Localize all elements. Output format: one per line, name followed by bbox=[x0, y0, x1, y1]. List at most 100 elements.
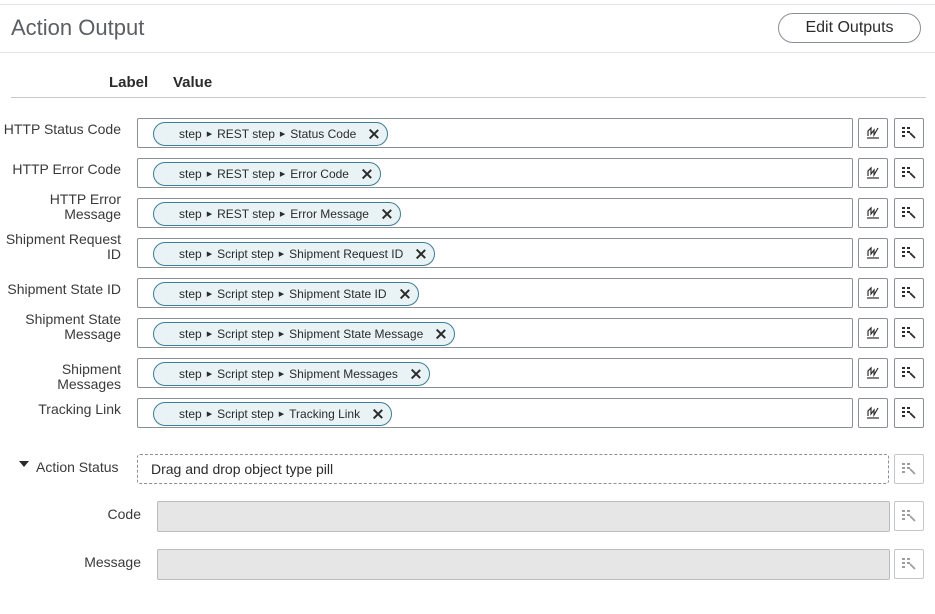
script-icon[interactable] bbox=[858, 238, 888, 268]
pill-path-segment: Shipment Request ID bbox=[289, 247, 404, 261]
remove-pill-icon[interactable] bbox=[436, 329, 446, 339]
pill-path-segment: Tracking Link bbox=[289, 407, 361, 421]
remove-pill-icon[interactable] bbox=[373, 409, 383, 419]
path-separator-icon: ▶ bbox=[206, 291, 213, 298]
script-icon[interactable] bbox=[858, 278, 888, 308]
pill-path-segment: Script step bbox=[217, 247, 274, 261]
path-separator-icon: ▶ bbox=[278, 251, 285, 258]
path-separator-icon: ▶ bbox=[278, 331, 285, 338]
data-pill[interactable]: step ▶ REST step ▶ Error Code bbox=[153, 162, 381, 186]
message-field bbox=[157, 549, 890, 580]
path-separator-icon: ▶ bbox=[278, 291, 285, 298]
code-field bbox=[157, 501, 890, 532]
pill-path-segment: step bbox=[179, 287, 202, 301]
output-value-field[interactable]: step ▶ Script step ▶ Shipment Request ID bbox=[137, 238, 853, 268]
pill-path-segment: Error Code bbox=[290, 167, 349, 181]
pill-path-segment: Shipment State ID bbox=[289, 287, 387, 301]
data-pill[interactable]: step ▶ REST step ▶ Error Message bbox=[153, 202, 401, 226]
script-icon[interactable] bbox=[858, 158, 888, 188]
data-pill[interactable]: step ▶ Script step ▶ Shipment State ID bbox=[153, 282, 419, 306]
path-separator-icon: ▶ bbox=[279, 211, 286, 218]
data-pill-picker-icon[interactable] bbox=[894, 398, 924, 428]
edit-outputs-button[interactable]: Edit Outputs bbox=[778, 13, 921, 43]
output-label: Tracking Link bbox=[38, 401, 121, 417]
pill-path-segment: step bbox=[179, 367, 202, 381]
pill-path-segment: REST step bbox=[217, 207, 275, 221]
path-separator-icon: ▶ bbox=[206, 211, 213, 218]
data-pill[interactable]: step ▶ Script step ▶ Tracking Link bbox=[153, 402, 393, 426]
path-separator-icon: ▶ bbox=[279, 171, 286, 178]
pill-path-segment: step bbox=[179, 247, 202, 261]
remove-pill-icon[interactable] bbox=[400, 289, 410, 299]
output-label: Shipment State Message bbox=[25, 311, 121, 342]
output-value-field[interactable]: step ▶ REST step ▶ Error Code bbox=[137, 158, 853, 188]
path-separator-icon: ▶ bbox=[279, 131, 286, 138]
script-icon[interactable] bbox=[858, 118, 888, 148]
path-separator-icon: ▶ bbox=[206, 171, 213, 178]
data-pill-picker-icon[interactable] bbox=[894, 278, 924, 308]
path-separator-icon: ▶ bbox=[206, 411, 213, 418]
data-pill-picker-icon[interactable] bbox=[894, 454, 924, 484]
path-separator-icon: ▶ bbox=[278, 411, 285, 418]
pill-path-segment: step bbox=[179, 167, 202, 181]
pill-path-segment: Script step bbox=[217, 327, 274, 341]
output-value-field[interactable]: step ▶ Script step ▶ Shipment State ID bbox=[137, 278, 853, 308]
data-pill[interactable]: step ▶ Script step ▶ Shipment Messages bbox=[153, 362, 430, 386]
data-pill-picker-icon[interactable] bbox=[894, 358, 924, 388]
remove-pill-icon[interactable] bbox=[362, 169, 372, 179]
top-divider bbox=[0, 4, 935, 5]
pill-path-segment: Status Code bbox=[290, 127, 357, 141]
path-separator-icon: ▶ bbox=[206, 251, 213, 258]
page-title: Action Output bbox=[11, 15, 145, 40]
data-pill-picker-icon[interactable] bbox=[894, 118, 924, 148]
data-pill-picker-icon[interactable] bbox=[894, 318, 924, 348]
value-column-header: Value bbox=[173, 74, 213, 91]
message-label: Message bbox=[84, 554, 141, 570]
data-pill-picker-icon[interactable] bbox=[894, 198, 924, 228]
script-icon[interactable] bbox=[858, 358, 888, 388]
pill-path-segment: step bbox=[179, 407, 202, 421]
path-separator-icon: ▶ bbox=[206, 331, 213, 338]
pill-path-segment: REST step bbox=[217, 167, 275, 181]
output-value-field[interactable]: step ▶ Script step ▶ Shipment Messages bbox=[137, 358, 853, 388]
data-pill-picker-icon[interactable] bbox=[894, 501, 924, 531]
output-value-field[interactable]: step ▶ Script step ▶ Shipment State Message bbox=[137, 318, 853, 348]
data-pill[interactable]: step ▶ Script step ▶ Shipment State Message bbox=[153, 322, 456, 346]
path-separator-icon: ▶ bbox=[206, 371, 213, 378]
remove-pill-icon[interactable] bbox=[382, 209, 392, 219]
remove-pill-icon[interactable] bbox=[369, 129, 379, 139]
output-label: Shipment Request ID bbox=[5, 231, 121, 262]
remove-pill-icon[interactable] bbox=[416, 249, 426, 259]
script-icon[interactable] bbox=[858, 198, 888, 228]
output-label: Shipment State ID bbox=[7, 281, 121, 297]
output-value-field[interactable]: step ▶ REST step ▶ Status Code bbox=[137, 118, 853, 148]
data-pill-picker-icon[interactable] bbox=[894, 549, 924, 579]
pill-path-segment: step bbox=[179, 327, 202, 341]
code-label: Code bbox=[107, 506, 141, 522]
script-icon[interactable] bbox=[858, 398, 888, 428]
action-status-label: Action Status bbox=[36, 459, 119, 475]
output-label: Shipment Messages bbox=[57, 361, 121, 392]
data-pill-picker-icon[interactable] bbox=[894, 158, 924, 188]
path-separator-icon: ▶ bbox=[206, 131, 213, 138]
object-pill-drop-zone[interactable]: Drag and drop object type pill bbox=[137, 454, 889, 484]
collapse-caret-icon[interactable] bbox=[19, 461, 29, 467]
pill-path-segment: Shipment State Message bbox=[289, 327, 424, 341]
output-value-field[interactable]: step ▶ Script step ▶ Tracking Link bbox=[137, 398, 853, 428]
pill-path-segment: Script step bbox=[217, 367, 274, 381]
pill-path-segment: REST step bbox=[217, 127, 275, 141]
data-pill[interactable]: step ▶ REST step ▶ Status Code bbox=[153, 122, 389, 146]
pill-path-segment: step bbox=[179, 127, 202, 141]
pill-path-segment: Script step bbox=[217, 287, 274, 301]
script-icon[interactable] bbox=[858, 318, 888, 348]
pill-path-segment: Script step bbox=[217, 407, 274, 421]
remove-pill-icon[interactable] bbox=[411, 369, 421, 379]
pill-path-segment: step bbox=[179, 207, 202, 221]
pill-path-segment: Error Message bbox=[290, 207, 369, 221]
path-separator-icon: ▶ bbox=[278, 371, 285, 378]
output-label: HTTP Error Message bbox=[49, 191, 121, 222]
column-header-divider bbox=[11, 97, 926, 98]
data-pill-picker-icon[interactable] bbox=[894, 238, 924, 268]
output-value-field[interactable]: step ▶ REST step ▶ Error Message bbox=[137, 198, 853, 228]
data-pill[interactable]: step ▶ Script step ▶ Shipment Request ID bbox=[153, 242, 436, 266]
